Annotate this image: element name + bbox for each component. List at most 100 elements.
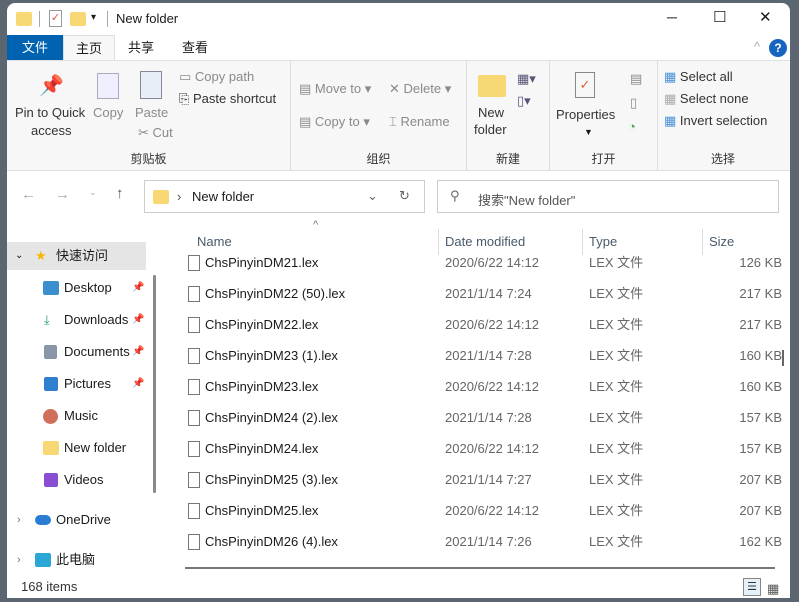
file-size: 217 KB bbox=[739, 317, 782, 332]
details-view-button[interactable]: ☰ bbox=[743, 578, 761, 596]
collapse-ribbon-icon[interactable]: ^ bbox=[754, 39, 760, 54]
address-bar[interactable]: › New folder ⌄ ↻ bbox=[144, 180, 425, 213]
large-icons-view-button[interactable]: ▦ bbox=[767, 578, 779, 598]
copy-button[interactable]: Copy bbox=[93, 105, 123, 120]
cut-button[interactable]: ✂ Cut bbox=[138, 125, 173, 141]
pin-button-label[interactable]: access bbox=[31, 123, 71, 138]
pictures-icon bbox=[44, 377, 58, 391]
select-all-button[interactable]: ▦ Select all bbox=[664, 69, 733, 85]
file-type: LEX 文件 bbox=[589, 317, 644, 332]
new-item-icon[interactable]: ▦▾ bbox=[517, 71, 536, 87]
sidebar-item-desktop[interactable]: Desktop 📌 bbox=[7, 274, 147, 302]
back-button[interactable]: ← bbox=[21, 186, 36, 203]
sidebar-scrollbar[interactable] bbox=[153, 275, 156, 493]
file-row[interactable]: ChsPinyinDM26 (4).lex 2021/1/14 7:26 LEX… bbox=[165, 526, 782, 557]
copy-to-button[interactable]: ▤ Copy to ▾ bbox=[299, 114, 370, 130]
file-row[interactable]: ChsPinyinDM23 (1).lex 2021/1/14 7:28 LEX… bbox=[165, 340, 782, 371]
file-type: LEX 文件 bbox=[589, 348, 644, 363]
sidebar-item-this-pc[interactable]: › 此电脑 bbox=[7, 546, 147, 574]
rename-icon: ⌶ bbox=[389, 114, 397, 129]
sidebar-item-videos[interactable]: Videos bbox=[7, 466, 147, 494]
tab-file[interactable]: 文件 bbox=[7, 35, 63, 60]
delete-button[interactable]: ✕ Delete ▾ bbox=[389, 81, 451, 97]
recent-locations-button[interactable]: ⌄ bbox=[89, 187, 97, 198]
tab-share[interactable]: 共享 bbox=[115, 35, 167, 60]
tab-home[interactable]: 主页 bbox=[63, 35, 115, 60]
file-row[interactable]: ChsPinyinDM22.lex 2020/6/22 14:12 LEX 文件… bbox=[165, 309, 782, 340]
file-date: 2021/1/14 7:24 bbox=[445, 286, 532, 301]
file-row[interactable]: ChsPinyinDM25.lex 2020/6/22 14:12 LEX 文件… bbox=[165, 495, 782, 526]
pin-icon[interactable]: 📌 bbox=[132, 274, 144, 302]
minimize-button[interactable]: ─ bbox=[667, 9, 677, 25]
forward-button[interactable]: → bbox=[55, 186, 70, 203]
copy-path-label: Copy path bbox=[194, 69, 255, 84]
file-row[interactable]: ChsPinyinDM22 (50).lex 2021/1/14 7:24 LE… bbox=[165, 278, 782, 309]
title-bar: ✓ ▾ New folder ─ ☐ ✕ bbox=[7, 3, 790, 35]
file-row[interactable]: ChsPinyinDM24.lex 2020/6/22 14:12 LEX 文件… bbox=[165, 433, 782, 464]
sidebar-item-quick-access[interactable]: ⌄ ★ 快速访问 bbox=[7, 242, 146, 270]
chevron-down-icon[interactable]: ▼ bbox=[584, 127, 593, 137]
open-icon[interactable]: ▤ bbox=[630, 71, 642, 87]
file-list: ^ Name Date modified Type Size ChsPinyin… bbox=[165, 219, 784, 580]
pin-icon[interactable]: 📌 bbox=[132, 338, 144, 366]
up-button[interactable]: ↑ bbox=[116, 185, 124, 202]
breadcrumb[interactable]: New folder bbox=[192, 189, 254, 204]
pin-icon[interactable]: 📌 bbox=[132, 370, 144, 398]
properties-icon: ✓ bbox=[575, 72, 595, 98]
paste-button[interactable]: Paste bbox=[135, 105, 168, 120]
chevron-right-icon[interactable]: › bbox=[17, 546, 21, 574]
invert-selection-button[interactable]: ▦ Invert selection bbox=[664, 113, 767, 129]
pin-icon[interactable]: 📌 bbox=[132, 306, 144, 334]
search-box[interactable]: ⚲ 搜索"New folder" bbox=[437, 180, 779, 213]
new-folder-button[interactable]: New bbox=[478, 105, 504, 120]
file-type: LEX 文件 bbox=[589, 534, 644, 549]
customize-toolbar-icon[interactable]: ▾ bbox=[91, 12, 96, 23]
navigation-bar: ← → ⌄ ↑ › New folder ⌄ ↻ ⚲ 搜索"New folder… bbox=[7, 171, 790, 221]
close-button[interactable]: ✕ bbox=[759, 8, 772, 26]
help-icon[interactable]: ? bbox=[769, 39, 787, 57]
copy-path-button[interactable]: ▭ Copy path bbox=[179, 69, 254, 85]
file-icon bbox=[188, 534, 200, 550]
search-input[interactable]: 搜索"New folder" bbox=[478, 190, 575, 209]
sidebar-item-new-folder[interactable]: New folder bbox=[7, 434, 147, 462]
file-row[interactable]: ChsPinyinDM25 (3).lex 2021/1/14 7:27 LEX… bbox=[165, 464, 782, 495]
properties-button[interactable]: Properties bbox=[556, 107, 615, 122]
sidebar-item-pictures[interactable]: Pictures 📌 bbox=[7, 370, 147, 398]
sidebar-item-downloads[interactable]: ⤓ Downloads 📌 bbox=[7, 306, 147, 334]
maximize-button[interactable]: ☐ bbox=[713, 8, 726, 26]
sidebar-label: Documents bbox=[64, 344, 130, 359]
file-date: 2020/6/22 14:12 bbox=[445, 441, 539, 456]
file-date: 2021/1/14 7:26 bbox=[445, 534, 532, 549]
select-none-button[interactable]: ▦ Select none bbox=[664, 91, 749, 107]
address-dropdown-icon[interactable]: ⌄ bbox=[367, 188, 378, 204]
file-date: 2021/1/14 7:28 bbox=[445, 410, 532, 425]
rename-button[interactable]: ⌶ Rename bbox=[389, 114, 450, 130]
new-folder-button-label[interactable]: folder bbox=[474, 122, 507, 137]
file-date: 2021/1/14 7:28 bbox=[445, 348, 532, 363]
clipboard-icon bbox=[140, 71, 162, 99]
easy-access-icon[interactable]: ▯▾ bbox=[517, 93, 531, 109]
sidebar-item-documents[interactable]: Documents 📌 bbox=[7, 338, 147, 366]
edit-icon[interactable]: ▯ bbox=[630, 95, 637, 111]
move-to-button[interactable]: ▤ Move to ▾ bbox=[299, 81, 371, 97]
refresh-icon[interactable]: ↻ bbox=[399, 188, 410, 204]
sidebar-item-music[interactable]: Music bbox=[7, 402, 147, 430]
properties-icon[interactable]: ✓ bbox=[49, 10, 62, 27]
pin-button[interactable]: Pin to Quick bbox=[15, 105, 85, 120]
tab-view[interactable]: 查看 bbox=[167, 35, 223, 60]
invert-selection-icon: ▦ bbox=[664, 113, 677, 128]
sidebar-item-onedrive[interactable]: › OneDrive bbox=[7, 506, 147, 534]
file-row[interactable]: ChsPinyinDM23.lex 2020/6/22 14:12 LEX 文件… bbox=[165, 371, 782, 402]
copy-to-label: Copy to bbox=[314, 114, 360, 129]
new-folder-icon[interactable] bbox=[70, 12, 86, 26]
paste-shortcut-button[interactable]: ⎘ Paste shortcut bbox=[179, 91, 276, 107]
vertical-scrollbar[interactable] bbox=[782, 350, 784, 366]
chevron-down-icon[interactable]: ⌄ bbox=[15, 242, 23, 270]
chevron-right-icon[interactable]: › bbox=[17, 506, 21, 534]
file-row[interactable]: ChsPinyinDM21.lex 2020/6/22 14:12 LEX 文件… bbox=[165, 247, 782, 278]
file-row[interactable]: ChsPinyinDM24 (2).lex 2021/1/14 7:28 LEX… bbox=[165, 402, 782, 433]
horizontal-scrollbar[interactable] bbox=[185, 567, 775, 569]
file-name: ChsPinyinDM22 (50).lex bbox=[205, 286, 346, 301]
sidebar-label: 此电脑 bbox=[56, 552, 96, 567]
history-icon[interactable]: ◔ bbox=[628, 119, 636, 134]
